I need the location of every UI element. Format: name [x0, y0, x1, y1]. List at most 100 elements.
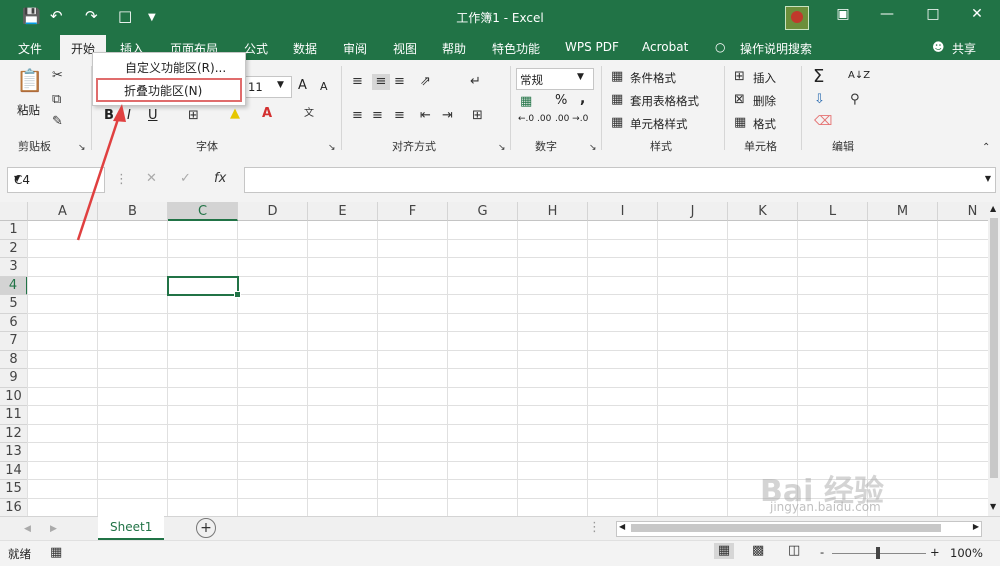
- row-header-4[interactable]: 4: [0, 276, 28, 295]
- tab-formulas[interactable]: 公式: [244, 40, 268, 57]
- format-cells-button[interactable]: 格式: [753, 116, 776, 132]
- decrease-indent-icon[interactable]: ⇤: [420, 108, 431, 124]
- row-header-7[interactable]: 7: [0, 332, 28, 351]
- insert-function-button[interactable]: fx: [214, 171, 226, 187]
- select-all-corner[interactable]: [0, 202, 28, 221]
- scroll-left-icon[interactable]: ◀: [619, 522, 625, 531]
- tab-wps-pdf[interactable]: WPS PDF: [565, 40, 619, 54]
- comma-style-button[interactable]: ,: [580, 91, 585, 107]
- grow-font-button[interactable]: A: [298, 78, 307, 93]
- menu-item-collapse-ribbon[interactable]: 折叠功能区(N): [96, 78, 242, 102]
- horizontal-scrollbar[interactable]: ◀ ▶: [616, 521, 982, 537]
- align-center-icon[interactable]: ≡: [372, 108, 383, 124]
- scroll-thumb[interactable]: [990, 218, 998, 478]
- active-cell[interactable]: [167, 276, 241, 298]
- prev-sheet-icon[interactable]: ◀: [24, 521, 31, 537]
- column-header-i[interactable]: I: [588, 202, 658, 221]
- tab-view[interactable]: 视图: [393, 40, 417, 57]
- column-header-k[interactable]: K: [728, 202, 798, 221]
- name-box[interactable]: C4 ▼: [7, 167, 105, 193]
- align-bottom-icon[interactable]: ≡: [394, 74, 405, 90]
- menu-item-customize-ribbon[interactable]: 自定义功能区(R)...: [125, 59, 226, 76]
- column-header-h[interactable]: H: [518, 202, 588, 221]
- minimize-icon[interactable]: —: [872, 6, 902, 22]
- maximize-icon[interactable]: □: [918, 6, 948, 22]
- avatar[interactable]: [785, 6, 809, 30]
- font-size-select[interactable]: 11 ▼: [244, 76, 292, 98]
- cancel-icon[interactable]: ✕: [146, 171, 157, 187]
- column-header-c[interactable]: C: [168, 202, 238, 221]
- align-middle-icon[interactable]: ≡: [372, 74, 390, 90]
- number-format-select[interactable]: 常规 ▼: [516, 68, 594, 90]
- row-header-16[interactable]: 16: [0, 498, 28, 516]
- column-header-e[interactable]: E: [308, 202, 378, 221]
- format-as-table-button[interactable]: 套用表格格式: [630, 93, 699, 109]
- align-right-icon[interactable]: ≡: [394, 108, 405, 124]
- normal-view-icon[interactable]: ▦: [714, 543, 734, 559]
- row-header-15[interactable]: 15: [0, 480, 28, 499]
- row-header-9[interactable]: 9: [0, 369, 28, 388]
- row-header-2[interactable]: 2: [0, 239, 28, 258]
- merge-center-icon[interactable]: ⊞: [472, 108, 483, 124]
- row-header-10[interactable]: 10: [0, 387, 28, 406]
- percent-button[interactable]: %: [555, 93, 567, 108]
- cut-icon[interactable]: ✂: [52, 68, 63, 84]
- scroll-right-icon[interactable]: ▶: [973, 522, 979, 531]
- cell-styles-button[interactable]: 单元格样式: [630, 116, 688, 132]
- increase-indent-icon[interactable]: ⇥: [442, 108, 453, 124]
- find-select-icon[interactable]: ⚲: [850, 92, 860, 108]
- sort-filter-button[interactable]: A↓Z: [848, 70, 870, 81]
- row-header-8[interactable]: 8: [0, 350, 28, 369]
- new-sheet-button[interactable]: +: [196, 518, 216, 538]
- tab-splitter-icon[interactable]: ⋮: [588, 520, 601, 536]
- column-header-l[interactable]: L: [798, 202, 868, 221]
- shrink-font-button[interactable]: A: [320, 80, 328, 93]
- column-header-n[interactable]: N: [938, 202, 988, 221]
- zoom-level[interactable]: 100%: [950, 546, 983, 560]
- tab-help[interactable]: 帮助: [442, 40, 466, 57]
- paste-button[interactable]: 粘贴: [17, 102, 40, 118]
- tab-data[interactable]: 数据: [293, 40, 317, 57]
- wrap-text-icon[interactable]: ↵: [470, 74, 481, 90]
- column-header-f[interactable]: F: [378, 202, 448, 221]
- tell-me-search[interactable]: 操作说明搜索: [740, 40, 812, 57]
- italic-button[interactable]: I: [127, 108, 131, 123]
- orientation-icon[interactable]: ⇗: [420, 74, 431, 90]
- row-header-13[interactable]: 13: [0, 443, 28, 462]
- tab-acrobat[interactable]: Acrobat: [642, 40, 688, 54]
- row-header-5[interactable]: 5: [0, 295, 28, 314]
- underline-button[interactable]: U: [148, 108, 158, 123]
- column-header-j[interactable]: J: [658, 202, 728, 221]
- zoom-slider-handle[interactable]: [876, 547, 880, 559]
- column-header-a[interactable]: A: [28, 202, 98, 221]
- paste-icon[interactable]: 📋: [16, 68, 44, 96]
- format-painter-icon[interactable]: ✎: [52, 114, 63, 130]
- zoom-in-button[interactable]: +: [930, 545, 940, 559]
- scroll-up-icon[interactable]: ▲: [990, 204, 996, 213]
- sheet-tab[interactable]: Sheet1: [98, 516, 164, 540]
- align-top-icon[interactable]: ≡: [352, 74, 363, 90]
- zoom-out-button[interactable]: -: [820, 545, 824, 559]
- tab-file[interactable]: 文件: [18, 40, 42, 57]
- font-color-icon[interactable]: A: [262, 106, 272, 122]
- formula-input[interactable]: ▼: [244, 167, 996, 193]
- row-header-11[interactable]: 11: [0, 406, 28, 425]
- column-header-d[interactable]: D: [238, 202, 308, 221]
- row-header-14[interactable]: 14: [0, 461, 28, 480]
- accounting-format-icon[interactable]: ▦: [520, 94, 532, 110]
- expand-formula-icon[interactable]: ▼: [985, 174, 991, 183]
- increase-decimal-button[interactable]: ←.0 .00: [518, 114, 551, 124]
- page-layout-view-icon[interactable]: ▩: [752, 543, 764, 559]
- clear-icon[interactable]: ⌫: [814, 114, 832, 130]
- copy-icon[interactable]: ⧉: [52, 92, 61, 108]
- share-button[interactable]: 共享: [952, 40, 976, 57]
- next-sheet-icon[interactable]: ▶: [50, 521, 57, 537]
- enter-icon[interactable]: ✓: [180, 171, 191, 187]
- row-header-3[interactable]: 3: [0, 258, 28, 277]
- row-header-1[interactable]: 1: [0, 221, 28, 240]
- delete-cells-button[interactable]: 删除: [753, 93, 776, 109]
- column-header-g[interactable]: G: [448, 202, 518, 221]
- phonetic-icon[interactable]: 文: [304, 106, 314, 122]
- row-header-12[interactable]: 12: [0, 424, 28, 443]
- align-left-icon[interactable]: ≡: [352, 108, 363, 124]
